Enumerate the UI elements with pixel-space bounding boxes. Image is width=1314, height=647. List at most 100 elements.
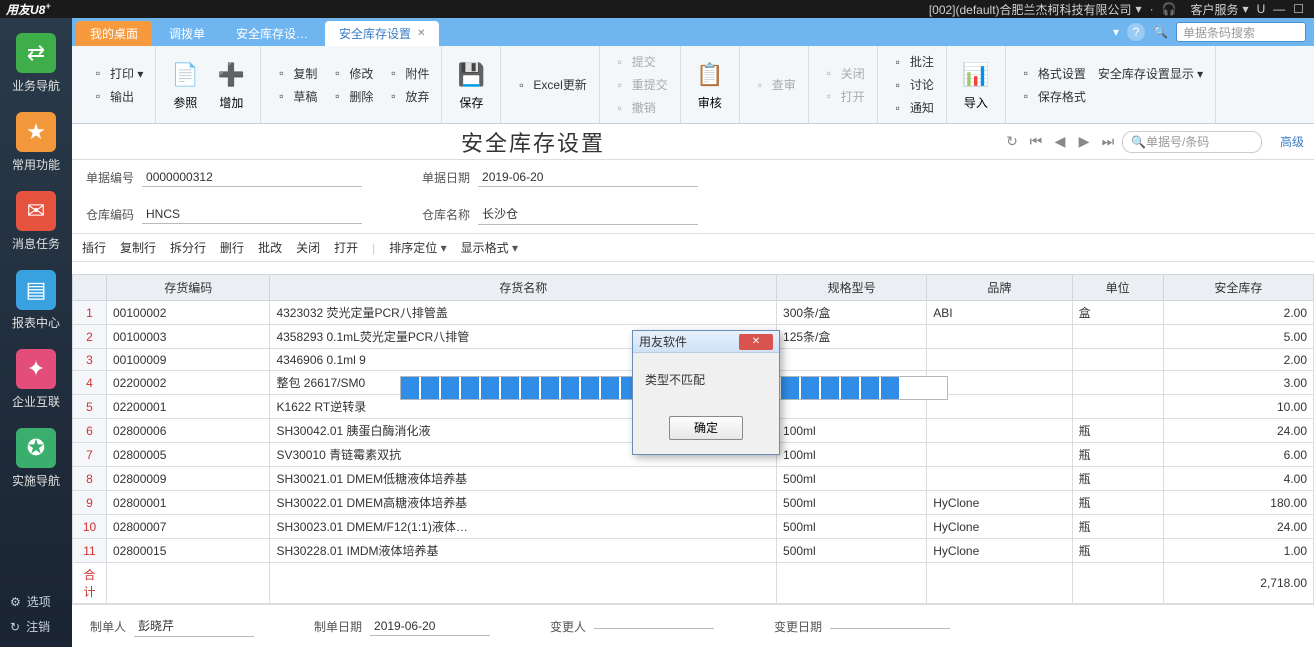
tb-重提交[interactable]: ▫重提交 — [606, 73, 674, 96]
sidebar-item-4[interactable]: ✦企业互联 — [6, 349, 66, 410]
sidebar-item-0[interactable]: ⇄业务导航 — [6, 33, 66, 94]
minimize-icon[interactable]: — — [1273, 2, 1285, 16]
col-header[interactable]: 安全库存 — [1163, 275, 1313, 301]
headset-icon: 🎧 — [1162, 2, 1177, 16]
tb-复制[interactable]: ▫复制 — [267, 62, 323, 85]
mdate-label: 制单日期 — [314, 618, 362, 635]
changer-value — [594, 624, 714, 629]
table-row[interactable]: 802800009SH30021.01 DMEM低糖液体培养基500ml瓶4.0… — [73, 467, 1314, 491]
tab-3[interactable]: 安全库存设置✕ — [325, 21, 439, 46]
tab-1[interactable]: 调拨单 — [155, 21, 219, 46]
tb-输出[interactable]: ▫输出 — [84, 85, 149, 108]
grid-action-显示格式[interactable]: 显示格式 — [461, 239, 518, 256]
maximize-icon[interactable]: ☐ — [1293, 2, 1304, 16]
doc-search-input[interactable]: 🔍 单据号/条码 — [1122, 131, 1262, 153]
tb-通知[interactable]: ▫通知 — [884, 96, 940, 119]
grid-action-批改[interactable]: 批改 — [258, 239, 282, 256]
wh-name-value[interactable]: 长沙仓 — [478, 203, 698, 225]
bill-date-value[interactable]: 2019-06-20 — [478, 168, 698, 187]
tab-2[interactable]: 安全库存设… — [222, 21, 322, 46]
maker-label: 制单人 — [90, 618, 126, 635]
sidebar-item-1[interactable]: ★常用功能 — [6, 112, 66, 173]
tb-big-参照[interactable]: 📄参照 — [162, 58, 208, 111]
tb-打开[interactable]: ▫打开 — [815, 85, 871, 108]
left-sidebar: ⇄业务导航 ★常用功能 ✉消息任务 ▤报表中心 ✦企业互联 ✪实施导航 ⚙选项↻注销 — [0, 18, 72, 647]
tb-放弃[interactable]: ▫放弃 — [379, 85, 435, 108]
close-icon[interactable]: ✕ — [739, 334, 773, 350]
sidebar-item-3[interactable]: ▤报表中心 — [6, 270, 66, 331]
tab-0[interactable]: 我的桌面 — [76, 21, 152, 46]
sidebar-footer-1[interactable]: ↻注销 — [0, 614, 72, 639]
grid-action-删行[interactable]: 删行 — [220, 239, 244, 256]
tb-格式设置[interactable]: ▫格式设置 — [1012, 62, 1092, 85]
tb-删除[interactable]: ▫删除 — [323, 85, 379, 108]
tab-close-icon[interactable]: ✕ — [417, 28, 425, 39]
first-icon[interactable]: ⏮ — [1026, 133, 1046, 150]
col-header[interactable]: 规格型号 — [777, 275, 927, 301]
grid-action-关闭[interactable]: 关闭 — [296, 239, 320, 256]
nav-buttons: ↻ ⏮ ◀ ▶ ⏭ 🔍 单据号/条码 — [994, 131, 1270, 153]
company-name: [002](default)合肥兰杰柯科技有限公司 — [929, 1, 1132, 18]
tabs-menu-icon[interactable]: ▾ — [1113, 25, 1119, 39]
tb-修改[interactable]: ▫修改 — [323, 62, 379, 85]
maker-value: 彭晓芹 — [134, 615, 254, 637]
u-icon[interactable]: U — [1257, 2, 1266, 16]
last-icon[interactable]: ⏭ — [1098, 133, 1118, 150]
tb-草稿[interactable]: ▫草稿 — [267, 85, 323, 108]
tb-big-保存[interactable]: 💾保存 — [448, 58, 494, 111]
dialog-title: 用友软件 — [639, 333, 739, 350]
tb-big-审核[interactable]: 📋审核 — [687, 58, 733, 111]
bill-no-value[interactable]: 0000000312 — [142, 168, 362, 187]
tb-撤销[interactable]: ▫撤销 — [606, 96, 674, 119]
tb-讨论[interactable]: ▫讨论 — [884, 73, 940, 96]
col-header[interactable]: 存货名称 — [270, 275, 777, 301]
grid-action-拆分行[interactable]: 拆分行 — [170, 239, 206, 256]
tb-display[interactable]: 安全库存设置显示 ▾ — [1092, 62, 1209, 85]
grid-action-插行[interactable]: 插行 — [82, 239, 106, 256]
tb-Excel更新[interactable]: ▫Excel更新 — [507, 73, 592, 96]
brand-logo: 用友U8+ — [6, 1, 51, 18]
separator: · — [1150, 2, 1154, 16]
customer-service-link[interactable]: 客户服务 — [1191, 1, 1239, 18]
col-header[interactable]: 存货编码 — [107, 275, 270, 301]
col-header[interactable]: 品牌 — [927, 275, 1072, 301]
titlebar: 用友U8+ [002](default)合肥兰杰柯科技有限公司 ▾ · 🎧 客户… — [0, 0, 1314, 18]
table-row[interactable]: 1002800007SH30023.01 DMEM/F12(1:1)液体…500… — [73, 515, 1314, 539]
tb-big-导入[interactable]: 📊导入 — [953, 58, 999, 111]
dropdown-icon[interactable]: ▾ — [1243, 2, 1249, 16]
table-row[interactable]: 1102800015SH30228.01 IMDM液体培养基500mlHyClo… — [73, 539, 1314, 563]
tb-批注[interactable]: ▫批注 — [884, 50, 940, 73]
grid-action-排序定位[interactable]: 排序定位 — [389, 239, 446, 256]
wh-code-label: 仓库编码 — [86, 206, 134, 223]
tb-big-增加[interactable]: ➕增加 — [208, 58, 254, 111]
sidebar-footer-0[interactable]: ⚙选项 — [0, 589, 72, 614]
table-row[interactable]: 902800001SH30022.01 DMEM高糖液体培养基500mlHyCl… — [73, 491, 1314, 515]
col-header[interactable]: 单位 — [1072, 275, 1163, 301]
barcode-search-input[interactable]: 单据条码搜索 — [1176, 22, 1306, 42]
page-title: 安全库存设置 — [72, 126, 994, 158]
ribbon-toolbar: ▫打印 ▾▫输出 📄参照➕增加 ▫复制▫修改▫附件 ▫草稿▫删除▫放弃 💾保存 ▫Exce… — [72, 46, 1314, 124]
grid-action-打开[interactable]: 打开 — [334, 239, 358, 256]
next-icon[interactable]: ▶ — [1074, 133, 1094, 150]
tb-查审[interactable]: ▫查审 — [746, 73, 802, 96]
bill-date-label: 单据日期 — [422, 169, 470, 186]
refresh-icon[interactable]: ↻ — [1002, 133, 1022, 150]
sidebar-item-2[interactable]: ✉消息任务 — [6, 191, 66, 252]
wh-code-value[interactable]: HNCS — [142, 205, 362, 224]
ok-button[interactable]: 确定 — [669, 416, 743, 440]
grid-action-复制行[interactable]: 复制行 — [120, 239, 156, 256]
tb-附件[interactable]: ▫附件 — [379, 62, 435, 85]
tab-bar: 我的桌面调拨单安全库存设…安全库存设置✕ ▾ ? 🔍 单据条码搜索 — [72, 18, 1314, 46]
tb-保存格式[interactable]: ▫保存格式 — [1012, 85, 1092, 108]
help-icon[interactable]: ? — [1127, 23, 1145, 41]
table-row[interactable]: 1001000024323032 荧光定量PCR八排管盖300条/盒ABI盒2.… — [73, 301, 1314, 325]
search-icon: 🔍 — [1153, 25, 1168, 39]
tb-打印[interactable]: ▫打印 ▾ — [84, 62, 149, 85]
advanced-link[interactable]: 高级 — [1280, 133, 1304, 150]
prev-icon[interactable]: ◀ — [1050, 133, 1070, 150]
tb-关闭[interactable]: ▫关闭 — [815, 62, 871, 85]
tb-提交[interactable]: ▫提交 — [606, 50, 674, 73]
sidebar-item-5[interactable]: ✪实施导航 — [6, 428, 66, 489]
header-fields: 单据编号0000000312 单据日期2019-06-20 仓库编码HNCS 仓… — [72, 160, 1314, 234]
dropdown-icon[interactable]: ▾ — [1136, 2, 1142, 16]
